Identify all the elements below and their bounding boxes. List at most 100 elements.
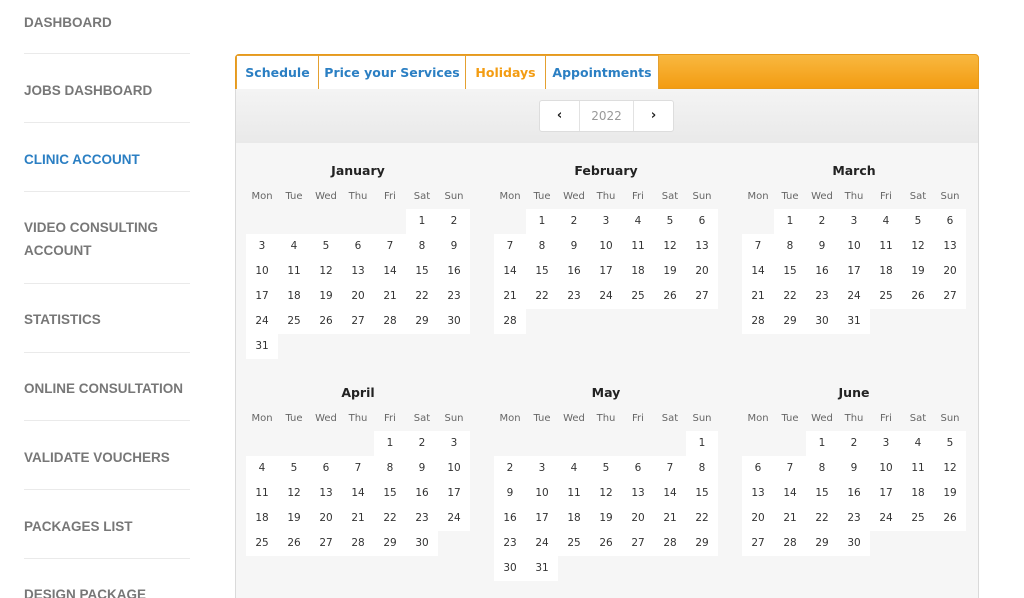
day-cell[interactable]: 5 bbox=[590, 456, 622, 481]
day-cell[interactable]: 28 bbox=[654, 531, 686, 556]
day-cell[interactable]: 9 bbox=[406, 456, 438, 481]
day-cell[interactable]: 29 bbox=[406, 309, 438, 334]
day-cell[interactable]: 14 bbox=[342, 481, 374, 506]
day-cell[interactable]: 28 bbox=[742, 309, 774, 334]
day-cell[interactable]: 27 bbox=[934, 284, 966, 309]
sidebar-item-online-consultation[interactable]: ONLINE CONSULTATION bbox=[24, 377, 190, 400]
day-cell[interactable]: 31 bbox=[526, 556, 558, 581]
day-cell[interactable]: 9 bbox=[494, 481, 526, 506]
day-cell[interactable]: 20 bbox=[310, 506, 342, 531]
sidebar-item-design-package[interactable]: DESIGN PACKAGE bbox=[24, 583, 190, 598]
day-cell[interactable]: 24 bbox=[590, 284, 622, 309]
day-cell[interactable]: 9 bbox=[558, 234, 590, 259]
day-cell[interactable]: 22 bbox=[374, 506, 406, 531]
day-cell[interactable]: 5 bbox=[654, 209, 686, 234]
sidebar-item-statistics[interactable]: STATISTICS bbox=[24, 308, 190, 331]
day-cell[interactable]: 8 bbox=[526, 234, 558, 259]
day-cell[interactable]: 7 bbox=[374, 234, 406, 259]
day-cell[interactable]: 20 bbox=[622, 506, 654, 531]
day-cell[interactable]: 10 bbox=[526, 481, 558, 506]
day-cell[interactable]: 18 bbox=[870, 259, 902, 284]
day-cell[interactable]: 31 bbox=[838, 309, 870, 334]
day-cell[interactable]: 6 bbox=[310, 456, 342, 481]
day-cell[interactable]: 9 bbox=[438, 234, 470, 259]
day-cell[interactable]: 23 bbox=[406, 506, 438, 531]
day-cell[interactable]: 16 bbox=[558, 259, 590, 284]
day-cell[interactable]: 20 bbox=[342, 284, 374, 309]
day-cell[interactable]: 1 bbox=[686, 431, 718, 456]
day-cell[interactable]: 26 bbox=[310, 309, 342, 334]
day-cell[interactable]: 13 bbox=[934, 234, 966, 259]
day-cell[interactable]: 10 bbox=[590, 234, 622, 259]
day-cell[interactable]: 3 bbox=[246, 234, 278, 259]
tab-schedule[interactable]: Schedule bbox=[236, 55, 319, 89]
day-cell[interactable]: 16 bbox=[438, 259, 470, 284]
sidebar-item-jobs-dashboard[interactable]: JOBS DASHBOARD bbox=[24, 79, 190, 102]
day-cell[interactable]: 25 bbox=[870, 284, 902, 309]
day-cell[interactable]: 4 bbox=[902, 431, 934, 456]
day-cell[interactable]: 19 bbox=[278, 506, 310, 531]
sidebar-item-dashboard[interactable]: DASHBOARD bbox=[24, 11, 190, 34]
day-cell[interactable]: 30 bbox=[838, 531, 870, 556]
sidebar-item-video-consulting-account[interactable]: VIDEO CONSULTING ACCOUNT bbox=[24, 216, 190, 262]
day-cell[interactable]: 22 bbox=[686, 506, 718, 531]
day-cell[interactable]: 13 bbox=[310, 481, 342, 506]
day-cell[interactable]: 18 bbox=[278, 284, 310, 309]
day-cell[interactable]: 24 bbox=[838, 284, 870, 309]
day-cell[interactable]: 1 bbox=[374, 431, 406, 456]
tab-appointments[interactable]: Appointments bbox=[545, 55, 659, 89]
day-cell[interactable]: 12 bbox=[310, 259, 342, 284]
day-cell[interactable]: 27 bbox=[686, 284, 718, 309]
day-cell[interactable]: 27 bbox=[742, 531, 774, 556]
day-cell[interactable]: 3 bbox=[438, 431, 470, 456]
day-cell[interactable]: 30 bbox=[494, 556, 526, 581]
day-cell[interactable]: 26 bbox=[590, 531, 622, 556]
day-cell[interactable]: 15 bbox=[406, 259, 438, 284]
day-cell[interactable]: 2 bbox=[406, 431, 438, 456]
day-cell[interactable]: 2 bbox=[438, 209, 470, 234]
day-cell[interactable]: 15 bbox=[374, 481, 406, 506]
day-cell[interactable]: 15 bbox=[526, 259, 558, 284]
day-cell[interactable]: 6 bbox=[622, 456, 654, 481]
day-cell[interactable]: 21 bbox=[654, 506, 686, 531]
day-cell[interactable]: 18 bbox=[558, 506, 590, 531]
day-cell[interactable]: 21 bbox=[342, 506, 374, 531]
day-cell[interactable]: 13 bbox=[686, 234, 718, 259]
day-cell[interactable]: 20 bbox=[742, 506, 774, 531]
day-cell[interactable]: 3 bbox=[590, 209, 622, 234]
day-cell[interactable]: 20 bbox=[686, 259, 718, 284]
day-cell[interactable]: 30 bbox=[438, 309, 470, 334]
day-cell[interactable]: 1 bbox=[526, 209, 558, 234]
day-cell[interactable]: 27 bbox=[622, 531, 654, 556]
day-cell[interactable]: 24 bbox=[526, 531, 558, 556]
day-cell[interactable]: 11 bbox=[558, 481, 590, 506]
day-cell[interactable]: 12 bbox=[654, 234, 686, 259]
day-cell[interactable]: 29 bbox=[806, 531, 838, 556]
day-cell[interactable]: 21 bbox=[374, 284, 406, 309]
day-cell[interactable]: 20 bbox=[934, 259, 966, 284]
day-cell[interactable]: 3 bbox=[838, 209, 870, 234]
day-cell[interactable]: 18 bbox=[622, 259, 654, 284]
next-year-button[interactable]: › bbox=[633, 101, 673, 131]
day-cell[interactable]: 1 bbox=[774, 209, 806, 234]
day-cell[interactable]: 14 bbox=[774, 481, 806, 506]
day-cell[interactable]: 29 bbox=[374, 531, 406, 556]
day-cell[interactable]: 7 bbox=[654, 456, 686, 481]
day-cell[interactable]: 26 bbox=[654, 284, 686, 309]
day-cell[interactable]: 25 bbox=[246, 531, 278, 556]
day-cell[interactable]: 6 bbox=[934, 209, 966, 234]
day-cell[interactable]: 17 bbox=[438, 481, 470, 506]
day-cell[interactable]: 9 bbox=[806, 234, 838, 259]
day-cell[interactable]: 31 bbox=[246, 334, 278, 359]
day-cell[interactable]: 26 bbox=[934, 506, 966, 531]
day-cell[interactable]: 24 bbox=[246, 309, 278, 334]
day-cell[interactable]: 28 bbox=[374, 309, 406, 334]
tab-holidays[interactable]: Holidays bbox=[465, 55, 546, 89]
day-cell[interactable]: 25 bbox=[278, 309, 310, 334]
day-cell[interactable]: 22 bbox=[806, 506, 838, 531]
day-cell[interactable]: 23 bbox=[494, 531, 526, 556]
day-cell[interactable]: 4 bbox=[870, 209, 902, 234]
day-cell[interactable]: 17 bbox=[870, 481, 902, 506]
day-cell[interactable]: 17 bbox=[246, 284, 278, 309]
day-cell[interactable]: 30 bbox=[806, 309, 838, 334]
